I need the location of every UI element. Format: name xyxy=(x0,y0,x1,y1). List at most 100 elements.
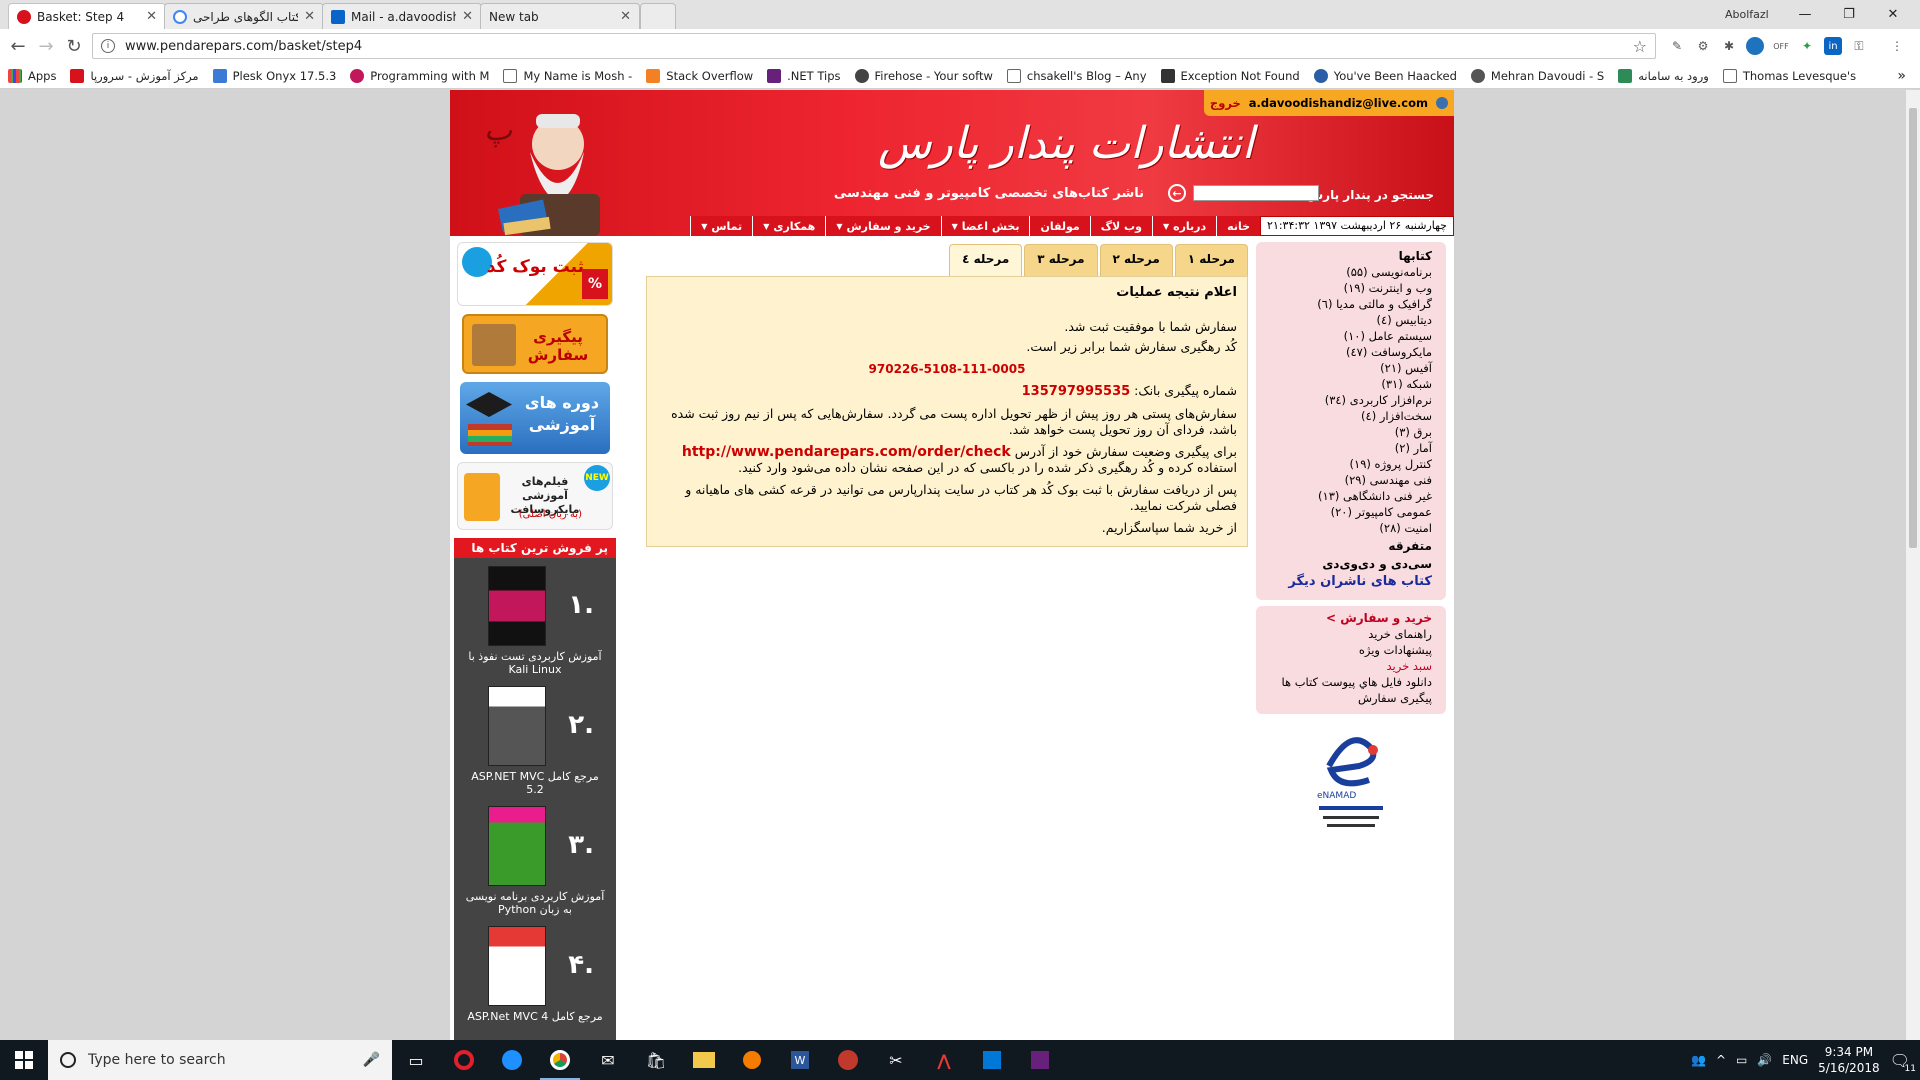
bestseller-item[interactable]: ۳. آموزش کاربردی برنامه نویسی به زبان Py… xyxy=(458,804,612,924)
category-link[interactable]: مایکروسافت (٤٧) xyxy=(1270,344,1432,360)
search-go-icon[interactable]: ← xyxy=(1168,184,1186,202)
bestseller-item[interactable]: ۱. آموزش کاربردی تست نفوذ با Kali Linux xyxy=(458,564,612,684)
show-hidden-icon[interactable]: ^ xyxy=(1716,1053,1726,1067)
shop-link[interactable]: راهنمای خرید xyxy=(1270,626,1432,642)
bookmark-item[interactable]: Thomas Levesque's xyxy=(1722,68,1856,83)
close-icon[interactable]: ✕ xyxy=(146,9,157,24)
language-indicator[interactable]: ENG xyxy=(1782,1053,1808,1067)
bookmark-item[interactable]: .NET Tips xyxy=(767,68,841,83)
nav-contact[interactable]: تماس ▼ xyxy=(690,216,753,236)
book-cover-image[interactable] xyxy=(488,806,546,886)
category-link[interactable]: برنامه‌نویسی (۵۵) xyxy=(1270,264,1432,280)
bookmark-item[interactable]: chsakell's Blog – Any xyxy=(1006,68,1147,83)
store-icon[interactable]: 🛍 xyxy=(632,1040,680,1080)
close-icon[interactable]: ✕ xyxy=(620,9,631,24)
courses-promo[interactable]: دوره های آموزشی xyxy=(460,382,610,454)
visual-studio-icon[interactable] xyxy=(1016,1040,1064,1080)
messenger-icon[interactable] xyxy=(728,1040,776,1080)
shop-link[interactable]: پیشنهادات ویژه xyxy=(1270,642,1432,658)
opera-icon[interactable] xyxy=(440,1040,488,1080)
bookmark-star-icon[interactable]: ☆ xyxy=(1633,37,1647,56)
volume-icon[interactable]: 🔊 xyxy=(1757,1053,1772,1067)
cd-dvd-link[interactable]: سی‌دی و دی‌وی‌دی xyxy=(1270,556,1432,572)
book-cover-image[interactable] xyxy=(488,926,546,1006)
reload-icon[interactable]: ↻ xyxy=(60,32,88,60)
nav-about[interactable]: درباره ▼ xyxy=(1151,216,1217,236)
pinwheel-icon[interactable]: ✦ xyxy=(1798,37,1816,55)
category-link[interactable]: امنیت (۲۸) xyxy=(1270,520,1432,536)
category-link[interactable]: غیر فنی دانشگاهی (۱۳) xyxy=(1270,488,1432,504)
category-link[interactable]: سخت‌افزار (٤) xyxy=(1270,408,1432,424)
book-cover-image[interactable] xyxy=(488,686,546,766)
step-1[interactable]: مرحله ۱ xyxy=(1174,244,1248,276)
people-icon[interactable]: 👥 xyxy=(1691,1053,1706,1067)
category-link[interactable]: برق (۳) xyxy=(1270,424,1432,440)
misc-link[interactable]: متفرقه xyxy=(1270,538,1432,554)
tools-icon[interactable]: ✂ xyxy=(872,1040,920,1080)
more-bookmarks-icon[interactable]: » xyxy=(1897,68,1906,84)
media-player-icon[interactable] xyxy=(824,1040,872,1080)
close-icon[interactable]: ✕ xyxy=(462,9,473,24)
eyedropper-icon[interactable]: ✎ xyxy=(1668,37,1686,55)
bestseller-title[interactable]: مرجع کامل ASP.Net MVC 4 xyxy=(462,1010,608,1023)
tab-google[interactable]: خرید کتاب الگوهای طراحی ✕ xyxy=(164,3,324,29)
info-icon[interactable]: i xyxy=(101,39,115,53)
vscode-icon[interactable] xyxy=(968,1040,1016,1080)
bookmark-item[interactable]: Mehran Davoudi - S xyxy=(1470,68,1604,83)
shop-link[interactable]: پیگیری سفارش xyxy=(1270,690,1432,706)
menu-dots-icon[interactable]: ⋮ xyxy=(1888,37,1906,55)
order-check-link[interactable]: http://www.pendarepars.com/order/check xyxy=(682,444,1011,460)
forward-icon[interactable]: → xyxy=(32,32,60,60)
taskbar-search[interactable]: Type here to search 🎤 xyxy=(48,1040,392,1080)
bookmark-apps[interactable]: Apps xyxy=(8,68,56,83)
user-email[interactable]: a.davoodishandiz@live.com xyxy=(1249,96,1428,110)
browser-blue-icon[interactable] xyxy=(488,1040,536,1080)
category-link[interactable]: آمار (۲) xyxy=(1270,440,1432,456)
bookmark-item[interactable]: You've Been Haacked xyxy=(1313,68,1457,83)
microsoft-videos-promo[interactable]: NEW فیلم‌های آموزشی مایکروسافت (به زبان … xyxy=(457,462,613,530)
bestseller-item[interactable]: ۲. مرجع کامل ASP.NET MVC 5.2 xyxy=(458,684,612,804)
other-publishers-link[interactable]: کتاب های ناشران دیگر xyxy=(1270,574,1432,590)
step-4[interactable]: مرحله ٤ xyxy=(949,244,1023,276)
profile-name[interactable]: Abolfazl xyxy=(1725,8,1769,21)
password-icon[interactable]: ⚿ xyxy=(1850,37,1868,55)
notifications-icon[interactable]: 🗨 11 xyxy=(1890,1051,1916,1074)
extension-circle-icon[interactable] xyxy=(1746,37,1764,55)
category-link[interactable]: فنی مهندسی (۲۹) xyxy=(1270,472,1432,488)
tab-new[interactable]: New tab ✕ xyxy=(480,3,640,29)
file-explorer-icon[interactable] xyxy=(680,1040,728,1080)
linkedin-icon[interactable]: in xyxy=(1824,37,1842,55)
site-search-input[interactable] xyxy=(1193,185,1319,201)
category-link[interactable]: عمومی کامپیوتر (۲۰) xyxy=(1270,504,1432,520)
bestseller-title[interactable]: آموزش کاربردی تست نفوذ با Kali Linux xyxy=(462,650,608,676)
enamad-badge[interactable]: eNAMAD xyxy=(1309,726,1393,836)
nav-members[interactable]: بخش اعضا ▼ xyxy=(940,216,1030,236)
network-icon[interactable]: ▭ xyxy=(1736,1053,1747,1067)
nav-home[interactable]: خانه xyxy=(1216,216,1261,236)
url-text[interactable]: www.pendarepars.com/basket/step4 xyxy=(125,39,362,54)
address-bar[interactable]: i www.pendarepars.com/basket/step4 ☆ xyxy=(92,33,1656,59)
site-logo-title[interactable]: انتشارات پندار پارس xyxy=(878,118,1254,169)
bookmark-item[interactable]: Firehose - Your softw xyxy=(854,68,993,83)
bookmark-item[interactable]: Exception Not Found xyxy=(1160,68,1300,83)
new-tab-button[interactable] xyxy=(640,3,676,29)
shop-heading[interactable]: خرید و سفارش > xyxy=(1270,610,1432,626)
logout-link[interactable]: خروج xyxy=(1210,96,1241,110)
bookmark-item[interactable]: Plesk Onyx 17.5.3 xyxy=(212,68,336,83)
category-link[interactable]: وب و اینترنت (۱۹) xyxy=(1270,280,1432,296)
shop-link[interactable]: دانلود فایل هاي پيوست كتاب ها xyxy=(1270,674,1432,690)
clock[interactable]: 9:34 PM 5/16/2018 xyxy=(1818,1044,1880,1076)
bestseller-title[interactable]: مرجع کامل ASP.NET MVC 5.2 xyxy=(462,770,608,796)
red-app-icon[interactable]: ⋀ xyxy=(920,1040,968,1080)
category-link[interactable]: گرافیک و مالتی مدیا (٦) xyxy=(1270,296,1432,312)
scroll-thumb[interactable] xyxy=(1909,108,1917,548)
step-3[interactable]: مرحله ۳ xyxy=(1024,244,1098,276)
bookmark-item[interactable]: Stack Overflow xyxy=(646,68,753,83)
category-link[interactable]: شبکه (۳۱) xyxy=(1270,376,1432,392)
bestseller-title[interactable]: آموزش کاربردی برنامه نویسی به زبان Pytho… xyxy=(462,890,608,916)
mail-icon[interactable]: ✉ xyxy=(584,1040,632,1080)
category-link[interactable]: نرم‌افزار کاربردی (۳٤) xyxy=(1270,392,1432,408)
minimize-icon[interactable]: — xyxy=(1782,0,1828,29)
nav-shop[interactable]: خرید و سفارش ▼ xyxy=(825,216,941,236)
off-extension-icon[interactable]: OFF xyxy=(1772,37,1790,55)
